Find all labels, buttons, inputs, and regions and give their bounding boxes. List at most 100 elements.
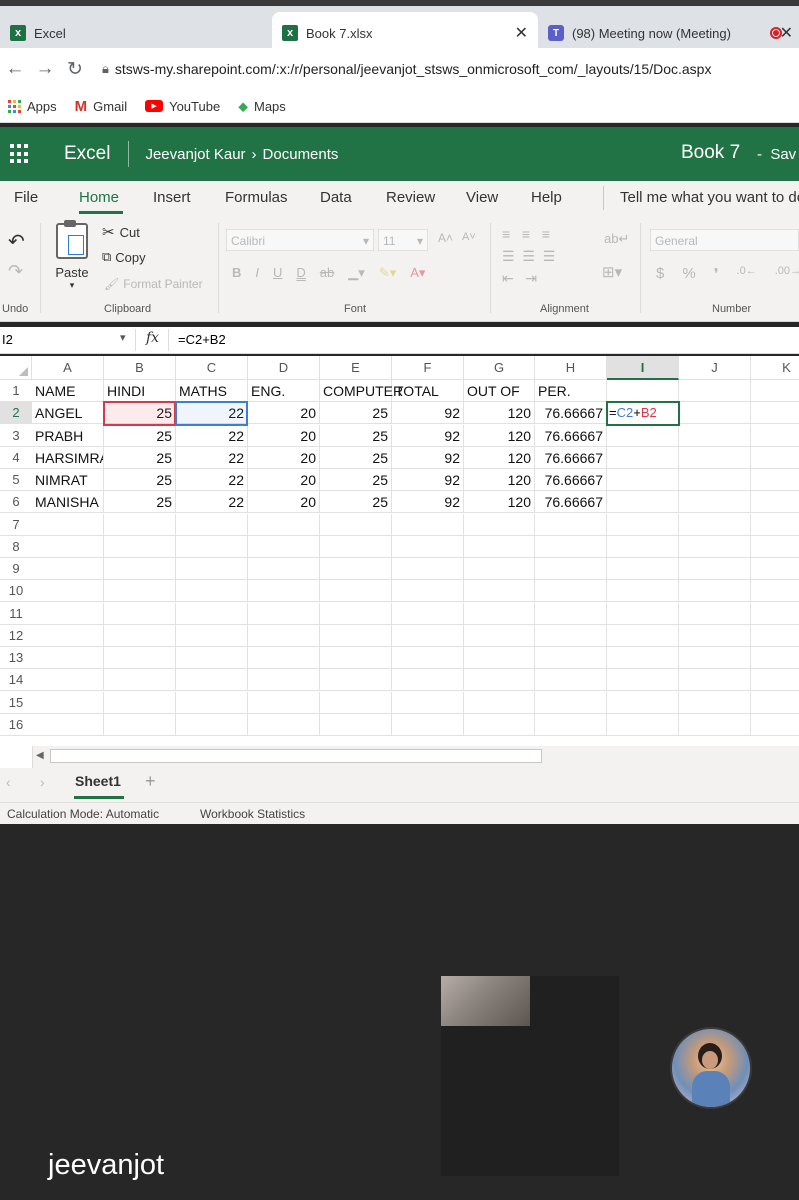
data-cell[interactable]: 76.66667 [535, 491, 607, 514]
data-cell[interactable]: 120 [464, 491, 535, 514]
cell[interactable] [535, 558, 607, 580]
chevron-down-icon[interactable]: ▾ [120, 331, 126, 344]
prev-sheet-icon[interactable]: ‹ [6, 774, 11, 790]
cell[interactable] [104, 691, 176, 714]
cell[interactable] [464, 691, 535, 714]
data-cell[interactable]: 25 [320, 402, 392, 425]
row-header-16[interactable]: 16 [0, 714, 32, 736]
cell[interactable] [104, 535, 176, 558]
cell[interactable] [248, 602, 320, 625]
cell[interactable] [751, 380, 799, 402]
double-underline-icon[interactable]: D [296, 265, 305, 281]
close-tab-icon[interactable]: ✕ [515, 23, 528, 43]
cell[interactable] [104, 602, 176, 625]
cell[interactable] [32, 713, 104, 736]
forward-icon[interactable]: → [30, 58, 60, 80]
merge-center-icon[interactable]: ⊞▾ [602, 263, 622, 281]
cell[interactable] [176, 624, 248, 647]
cell[interactable] [607, 513, 679, 536]
cell[interactable] [607, 535, 679, 558]
cell[interactable] [535, 602, 607, 625]
data-cell[interactable]: 25 [320, 491, 392, 514]
header-cell[interactable]: COMPUTER [320, 380, 403, 402]
data-cell[interactable]: 22 [176, 446, 248, 469]
strikethrough-icon[interactable]: ab [320, 265, 334, 281]
cell[interactable] [32, 624, 104, 647]
cell[interactable] [320, 580, 392, 603]
align-top-icon[interactable]: ≡ [502, 226, 510, 242]
data-cell[interactable]: 76.66667 [535, 402, 607, 425]
data-cell[interactable]: 92 [392, 469, 464, 491]
cell[interactable] [248, 513, 320, 536]
cut-button[interactable]: ✂ Cut [102, 223, 140, 241]
row-header-5[interactable]: 5 [0, 469, 32, 491]
app-name[interactable]: Excel [64, 143, 110, 165]
cell[interactable] [751, 603, 799, 625]
cell[interactable] [320, 535, 392, 558]
header-cell[interactable]: PER. [535, 380, 607, 402]
cell[interactable] [535, 624, 607, 647]
document-title[interactable]: Book 7 [681, 142, 740, 164]
tab-formulas[interactable]: Formulas [225, 189, 288, 206]
cell[interactable] [320, 513, 392, 536]
bookmark-apps[interactable]: Apps [8, 99, 57, 114]
tab-insert[interactable]: Insert [153, 189, 191, 206]
cell[interactable] [751, 692, 799, 714]
data-cell[interactable]: 25 [320, 446, 392, 469]
data-cell[interactable]: HARSIMRAN [32, 446, 104, 469]
row-header-10[interactable]: 10 [0, 580, 32, 603]
data-cell[interactable]: 20 [248, 446, 320, 469]
row-header-6[interactable]: 6 [0, 491, 32, 514]
column-header-d[interactable]: D [248, 356, 320, 380]
cell[interactable] [679, 669, 751, 692]
decrease-decimal-icon[interactable]: .00→ [775, 265, 799, 283]
align-center-icon[interactable]: ☰ [522, 248, 535, 264]
row-header-3[interactable]: 3 [0, 425, 32, 447]
increase-indent-icon[interactable]: ⇥ [525, 270, 537, 286]
tab-home[interactable]: Home [79, 189, 119, 206]
data-cell[interactable]: NIMRAT [32, 469, 104, 491]
close-tab-icon[interactable]: ✕ [780, 23, 793, 43]
cell[interactable] [32, 647, 104, 669]
data-cell[interactable]: 25 [104, 469, 176, 491]
tab-help[interactable]: Help [531, 189, 562, 206]
header-cell[interactable]: OUT OF [464, 380, 535, 402]
increase-decimal-icon[interactable]: .0← [737, 265, 757, 283]
cell[interactable] [751, 536, 799, 558]
data-cell[interactable]: 120 [464, 469, 535, 491]
cell[interactable] [607, 469, 679, 491]
align-right-icon[interactable]: ☰ [543, 248, 556, 264]
header-cell[interactable]: TOTAL [392, 380, 464, 402]
cell[interactable] [679, 424, 751, 447]
redo-icon[interactable]: ↷ [8, 261, 23, 282]
data-cell[interactable]: 25 [104, 446, 176, 469]
data-cell[interactable]: 25 [104, 491, 176, 514]
data-cell[interactable]: MANISHA [32, 491, 104, 514]
cell[interactable] [392, 558, 464, 580]
cell[interactable] [607, 647, 679, 669]
header-cell[interactable]: NAME [32, 380, 104, 402]
cell[interactable] [679, 602, 751, 625]
font-name-dropdown[interactable]: Calibri ▾ [226, 229, 374, 251]
column-header-h[interactable]: H [535, 356, 607, 380]
bookmark-youtube[interactable]: ▶ YouTube [145, 99, 220, 114]
cell[interactable] [464, 624, 535, 647]
italic-icon[interactable]: I [255, 265, 259, 281]
row-header-8[interactable]: 8 [0, 536, 32, 558]
column-header-c[interactable]: C [176, 356, 248, 380]
column-header-e[interactable]: E [320, 356, 392, 380]
cell[interactable] [32, 602, 104, 625]
reload-icon[interactable]: ↻ [60, 58, 90, 81]
cell[interactable] [104, 513, 176, 536]
number-format-dropdown[interactable]: General [650, 229, 799, 251]
cell[interactable] [607, 446, 679, 469]
participant-video-tile[interactable] [441, 976, 619, 1176]
data-cell[interactable]: 76.66667 [535, 469, 607, 491]
participant-avatar[interactable] [670, 1027, 752, 1109]
cell[interactable] [32, 535, 104, 558]
cell[interactable] [104, 669, 176, 692]
cell[interactable] [32, 691, 104, 714]
cell[interactable] [464, 669, 535, 692]
cell[interactable] [392, 669, 464, 692]
row-header-13[interactable]: 13 [0, 647, 32, 669]
